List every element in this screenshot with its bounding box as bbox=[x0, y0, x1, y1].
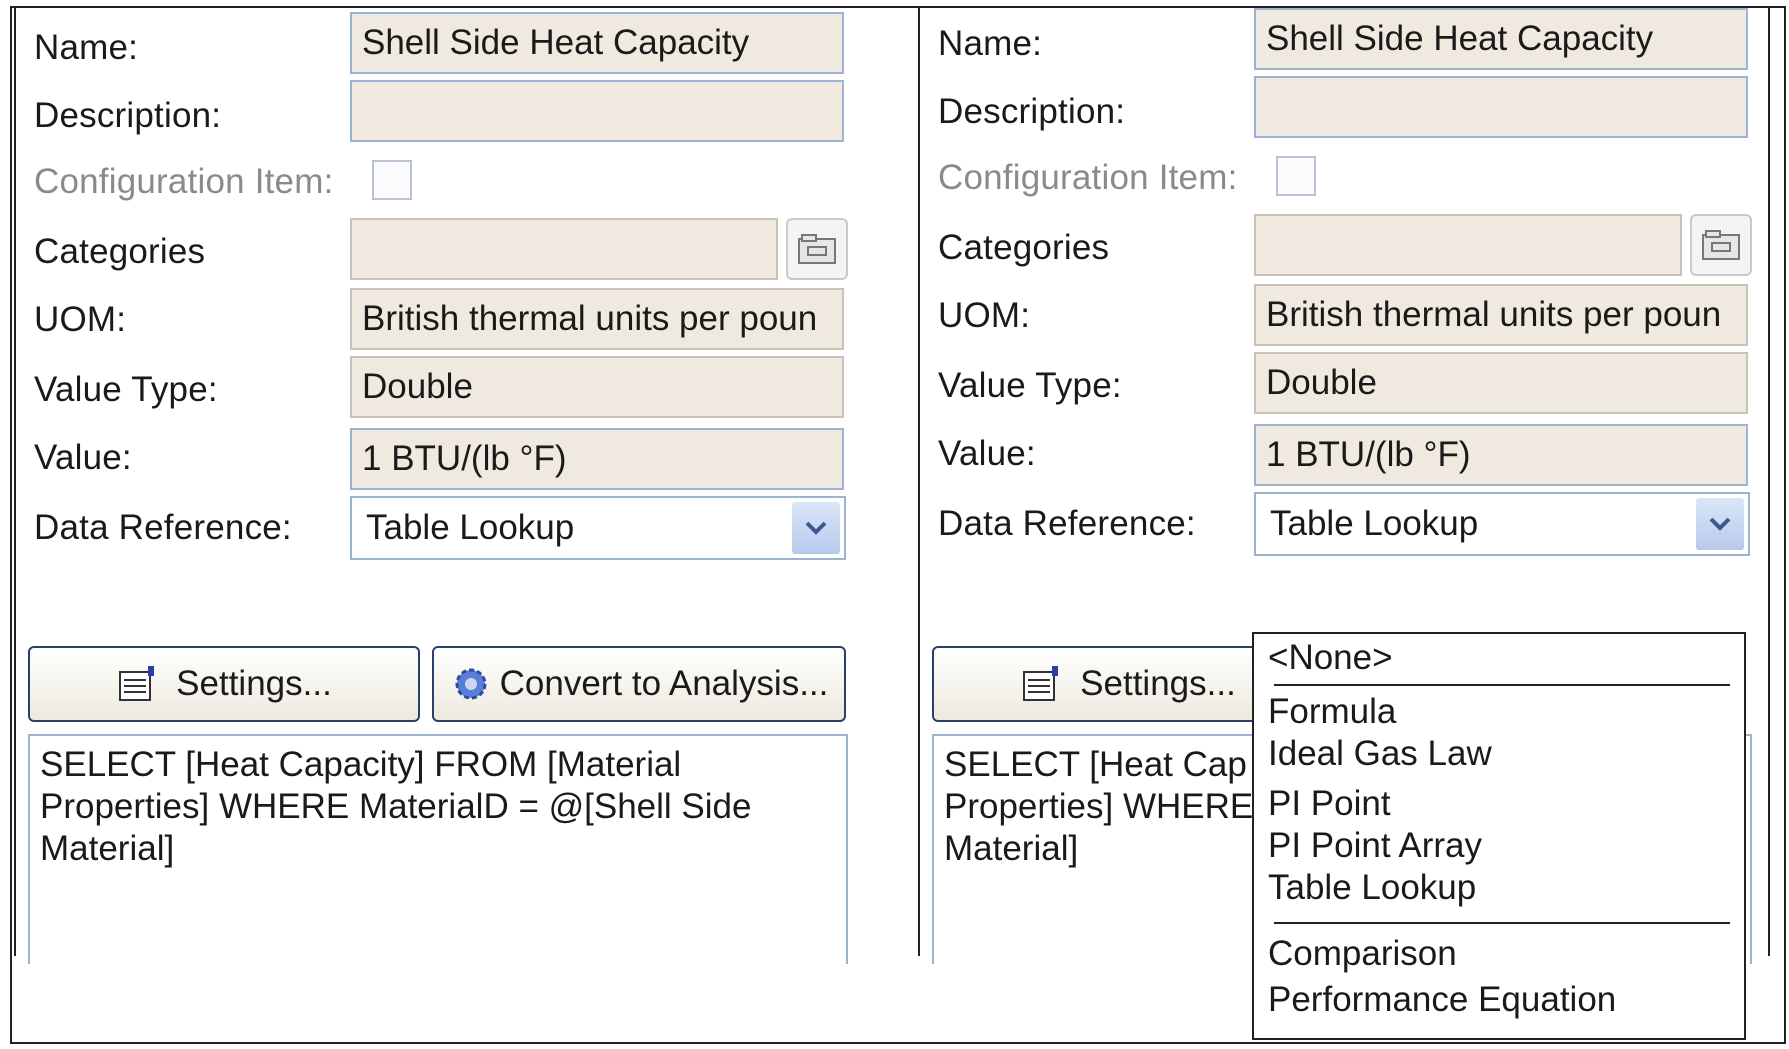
value-label: Value: bbox=[938, 434, 1036, 473]
value-type-field[interactable]: Double bbox=[1254, 352, 1748, 414]
dropdown-item-none[interactable]: <None> bbox=[1268, 638, 1393, 678]
data-reference-label: Data Reference: bbox=[938, 504, 1196, 543]
convert-to-analysis-button[interactable]: Convert to Analysis... bbox=[432, 646, 846, 722]
uom-label: UOM: bbox=[34, 300, 127, 339]
data-reference-dropdown-list: <None> Formula Ideal Gas Law PI Point PI… bbox=[1252, 632, 1746, 1040]
value-type-field[interactable]: Double bbox=[350, 356, 844, 418]
dropdown-item-pi-point-array[interactable]: PI Point Array bbox=[1268, 826, 1482, 866]
data-reference-value: Table Lookup bbox=[1270, 504, 1479, 543]
dropdown-item-comparison[interactable]: Comparison bbox=[1268, 934, 1457, 974]
categories-browse-button[interactable] bbox=[786, 218, 848, 280]
value-label: Value: bbox=[34, 438, 132, 477]
categories-browse-button[interactable] bbox=[1690, 214, 1752, 276]
uom-field[interactable]: British thermal units per poun bbox=[350, 288, 844, 350]
description-field[interactable] bbox=[1254, 76, 1748, 138]
uom-label: UOM: bbox=[938, 296, 1031, 335]
dropdown-arrow-button[interactable] bbox=[1696, 498, 1744, 550]
description-label: Description: bbox=[938, 92, 1126, 131]
data-reference-select[interactable]: Table Lookup bbox=[350, 496, 846, 560]
chevron-down-icon bbox=[805, 521, 827, 535]
query-line-3: Material] bbox=[40, 829, 175, 868]
dropdown-item-pi-point[interactable]: PI Point bbox=[1268, 784, 1391, 824]
value-type-label: Value Type: bbox=[34, 370, 218, 409]
convert-button-label: Convert to Analysis... bbox=[499, 664, 829, 703]
categories-field[interactable] bbox=[1254, 214, 1682, 276]
dropdown-separator bbox=[1274, 684, 1730, 686]
categories-label: Categories bbox=[34, 232, 206, 271]
data-reference-value: Table Lookup bbox=[366, 508, 575, 547]
configuration-item-checkbox[interactable] bbox=[372, 160, 412, 200]
settings-button-label: Settings... bbox=[1080, 664, 1236, 703]
configuration-item-label: Configuration Item: bbox=[34, 162, 334, 201]
dropdown-item-formula[interactable]: Formula bbox=[1268, 692, 1396, 732]
name-field[interactable]: Shell Side Heat Capacity bbox=[350, 12, 844, 74]
description-label: Description: bbox=[34, 96, 222, 135]
query-text-area[interactable]: SELECT [Heat Capacity] FROM [Material Pr… bbox=[28, 734, 848, 964]
categories-label: Categories bbox=[938, 228, 1110, 267]
description-field[interactable] bbox=[350, 80, 844, 142]
settings-sheet-icon bbox=[1023, 666, 1059, 701]
query-line-1: SELECT [Heat Capacity] FROM [Material bbox=[40, 745, 682, 784]
data-reference-select[interactable]: Table Lookup bbox=[1254, 492, 1750, 556]
query-line-2: Properties] WHERE MaterialD = @[Shell Si… bbox=[40, 787, 752, 826]
categories-field[interactable] bbox=[350, 218, 778, 280]
gear-icon bbox=[455, 668, 487, 700]
configuration-item-label: Configuration Item: bbox=[938, 158, 1238, 197]
name-label: Name: bbox=[938, 24, 1043, 63]
dropdown-arrow-button[interactable] bbox=[792, 502, 840, 554]
settings-button-label: Settings... bbox=[176, 664, 332, 703]
configuration-item-checkbox[interactable] bbox=[1276, 156, 1316, 196]
uom-field[interactable]: British thermal units per poun bbox=[1254, 284, 1748, 346]
dropdown-item-performance-equation[interactable]: Performance Equation bbox=[1268, 980, 1616, 1020]
name-label: Name: bbox=[34, 28, 139, 67]
settings-button[interactable]: Settings... bbox=[28, 646, 420, 722]
dropdown-item-table-lookup[interactable]: Table Lookup bbox=[1268, 868, 1476, 908]
data-reference-label: Data Reference: bbox=[34, 508, 292, 547]
name-field[interactable]: Shell Side Heat Capacity bbox=[1254, 8, 1748, 70]
value-field[interactable]: 1 BTU/(lb °F) bbox=[1254, 424, 1748, 486]
value-field[interactable]: 1 BTU/(lb °F) bbox=[350, 428, 844, 490]
dropdown-item-ideal-gas-law[interactable]: Ideal Gas Law bbox=[1268, 734, 1492, 774]
folder-icon bbox=[1702, 230, 1740, 260]
dropdown-separator bbox=[1274, 922, 1730, 924]
settings-sheet-icon bbox=[119, 666, 155, 701]
chevron-down-icon bbox=[1709, 517, 1731, 531]
panel-gap bbox=[862, 8, 918, 956]
left-properties-panel: Name: Shell Side Heat Capacity Descripti… bbox=[14, 8, 866, 964]
folder-icon bbox=[798, 234, 836, 264]
value-type-label: Value Type: bbox=[938, 366, 1122, 405]
